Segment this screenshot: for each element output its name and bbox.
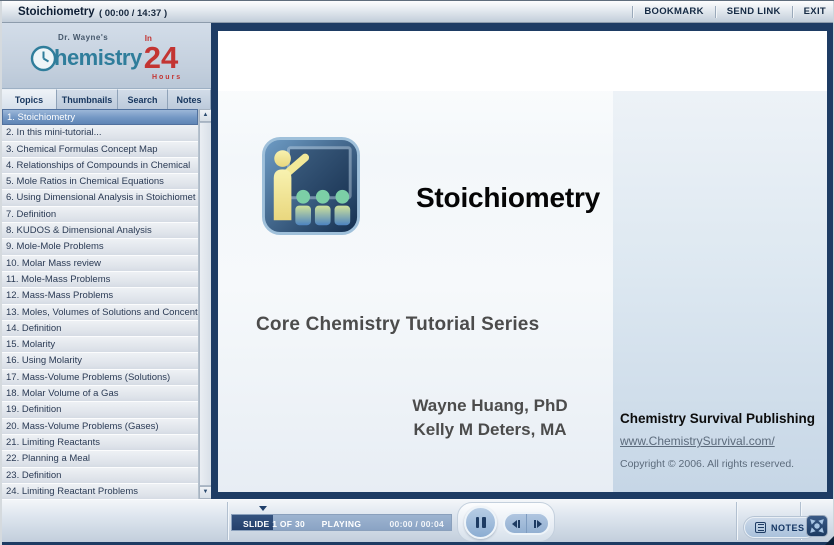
publisher-name: Chemistry Survival Publishing (620, 411, 816, 426)
topic-item[interactable]: 9. Mole-Mole Problems (2, 239, 198, 256)
focus-icon (810, 519, 824, 533)
logo-hours: Hours (151, 74, 183, 81)
titlebar-menu: BOOKMARK SEND LINK EXIT (632, 1, 826, 22)
tab-notes[interactable]: Notes (168, 89, 211, 109)
slide-authors: Wayne Huang, PhD Kelly M Deters, MA (390, 394, 590, 442)
total-time: ( 00:00 / 14:37 ) (99, 8, 168, 19)
logo-panel: Dr. Wayne's hemistry 24 In Hours (2, 23, 211, 89)
playbar: SLIDE 1 OF 30 PLAYING 00:00 / 00:04 NOTE… (0, 499, 834, 542)
topic-item[interactable]: 14. Definition (2, 320, 198, 338)
body-area: Dr. Wayne's hemistry 24 In Hours Topics … (0, 23, 834, 499)
logo-pre-text: Dr. Wayne's (58, 33, 109, 42)
topic-item[interactable]: 12. Mass-Mass Problems (2, 288, 198, 305)
sidebar-tabs: Topics Thumbnails Search Notes (2, 89, 211, 109)
notes-icon (755, 522, 766, 533)
menu-separator (714, 5, 716, 18)
topic-item[interactable]: 18. Molar Volume of a Gas (2, 386, 198, 403)
logo-word: hemistry (54, 45, 142, 70)
seek-marker[interactable] (259, 506, 267, 511)
player-window: Stoichiometry ( 00:00 / 14:37 ) BOOKMARK… (0, 0, 834, 545)
clock-icon (30, 45, 57, 71)
publisher-link[interactable]: www.ChemistrySurvival.com/ (620, 434, 775, 448)
next-slide-button[interactable] (527, 514, 548, 533)
topic-item[interactable]: 10. Molar Mass review (2, 255, 198, 272)
pause-icon (475, 517, 479, 528)
publisher-block: Chemistry Survival Publishing www.Chemis… (620, 411, 822, 470)
tab-topics[interactable]: Topics (2, 89, 57, 109)
previous-slide-button[interactable] (505, 514, 527, 533)
topic-item[interactable]: 7. Definition (2, 206, 198, 224)
bookmark-button[interactable]: BOOKMARK (644, 6, 703, 17)
prev-next-group (503, 512, 550, 535)
topic-item[interactable]: 2. In this mini-tutorial... (2, 125, 198, 142)
slide-top-band (218, 31, 827, 91)
slide-title: Stoichiometry (415, 182, 601, 213)
notes-label: NOTES (771, 522, 805, 533)
titlebar: Stoichiometry ( 00:00 / 14:37 ) BOOKMARK… (0, 1, 834, 23)
playback-controls (457, 502, 555, 542)
pause-button[interactable] (464, 506, 497, 539)
focus-view-button[interactable] (806, 515, 828, 537)
window-left-edge (0, 1, 2, 545)
author-line: Kelly M Deters, MA (413, 420, 567, 439)
topic-item[interactable]: 11. Mole-Mass Problems (2, 271, 198, 289)
logo-24: 24 (143, 40, 179, 75)
slide-subtitle: Core Chemistry Tutorial Series (256, 314, 540, 335)
tab-search[interactable]: Search (118, 89, 168, 109)
menu-separator (791, 5, 793, 18)
sidebar: Dr. Wayne's hemistry 24 In Hours Topics … (2, 23, 212, 499)
topic-item[interactable]: 13. Moles, Volumes of Solutions and Conc… (2, 304, 198, 321)
topic-item[interactable]: 21. Limiting Reactants (2, 434, 198, 452)
send-link-button[interactable]: SEND LINK (727, 6, 781, 17)
resize-grip[interactable] (825, 536, 834, 545)
copyright-text: Copyright © 2006. All rights reserved. (620, 458, 795, 470)
previous-icon (511, 519, 517, 528)
playbar-divider (736, 502, 737, 540)
topic-item[interactable]: 3. Chemical Formulas Concept Map (2, 141, 198, 158)
topic-item[interactable]: 8. KUDOS & Dimensional Analysis (2, 223, 198, 240)
topic-item[interactable]: 6. Using Dimensional Analysis in Stoichi… (2, 190, 198, 207)
slide-time: 00:00 / 00:04 (389, 519, 444, 529)
progress-bar[interactable]: SLIDE 1 OF 30 PLAYING 00:00 / 00:04 (231, 514, 452, 531)
topic-item[interactable]: 4. Relationships of Compounds in Chemica… (2, 157, 198, 175)
topic-item[interactable]: 19. Definition (2, 402, 198, 419)
logo-in: In (144, 34, 152, 43)
slide-stage: Stoichiometry Core Chemistry Tutorial Se… (211, 23, 834, 499)
topic-item[interactable]: 5. Mole Ratios in Chemical Equations (2, 174, 198, 191)
topic-item[interactable]: 24. Limiting Reactant Problems (2, 483, 198, 499)
topic-item[interactable]: 23. Definition (2, 467, 198, 484)
next-icon (536, 519, 542, 528)
topic-scrollbar: ▲ ▼ (198, 109, 212, 499)
playbar-divider (227, 502, 228, 540)
topic-item[interactable]: 16. Using Molarity (2, 353, 198, 370)
topic-item[interactable]: 17. Mass-Volume Problems (Solutions) (2, 369, 198, 387)
tab-thumbnails[interactable]: Thumbnails (57, 89, 118, 109)
notes-button[interactable]: NOTES (744, 517, 816, 538)
exit-button[interactable]: EXIT (804, 6, 826, 17)
topic-item[interactable]: 15. Molarity (2, 337, 198, 354)
presentation-title: Stoichiometry (18, 6, 95, 18)
chemistry24-logo: Dr. Wayne's hemistry 24 In Hours (30, 31, 190, 83)
topic-item[interactable]: 20. Mass-Volume Problems (Gases) (2, 418, 198, 435)
topic-item-selected[interactable]: 1. Stoichiometry (2, 109, 198, 126)
slide: Stoichiometry Core Chemistry Tutorial Se… (218, 31, 827, 492)
author-line: Wayne Huang, PhD (412, 396, 568, 415)
topic-item[interactable]: 22. Planning a Meal (2, 451, 198, 468)
classroom-icon (262, 137, 360, 235)
menu-separator (632, 5, 634, 18)
topic-list: 1. Stoichiometry 2. In this mini-tutoria… (2, 109, 198, 499)
